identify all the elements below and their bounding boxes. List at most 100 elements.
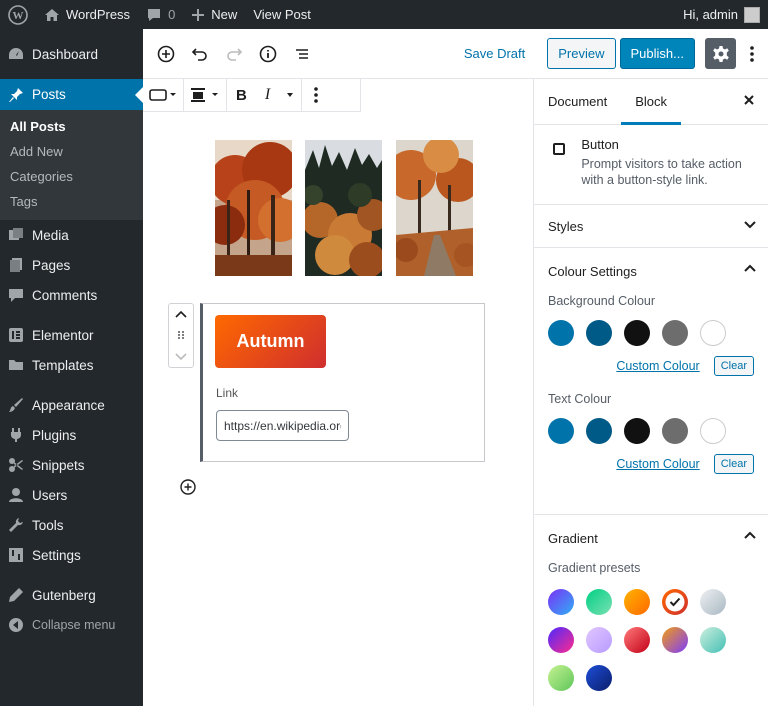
menu-settings[interactable]: Settings xyxy=(0,540,143,570)
tab-block[interactable]: Block xyxy=(621,79,682,125)
menu-appearance[interactable]: Appearance xyxy=(0,390,143,420)
gallery-image-1[interactable] xyxy=(215,140,292,276)
submenu-add-new[interactable]: Add New xyxy=(0,139,143,164)
undo-icon xyxy=(191,47,207,61)
menu-snippets[interactable]: Snippets xyxy=(0,450,143,480)
submenu-all-posts[interactable]: All Posts xyxy=(0,114,143,139)
color-swatch[interactable] xyxy=(662,418,688,444)
block-card-title: Button xyxy=(581,137,619,152)
more-formatting-button[interactable] xyxy=(279,79,301,111)
submenu-categories[interactable]: Categories xyxy=(0,164,143,189)
color-swatch[interactable] xyxy=(624,320,650,346)
menu-pages[interactable]: Pages xyxy=(0,250,143,280)
color-swatch[interactable] xyxy=(548,418,574,444)
colour-settings-toggle[interactable]: Colour Settings xyxy=(534,248,768,294)
view-post-label: View Post xyxy=(253,7,311,22)
autumn-button[interactable]: Autumn xyxy=(215,315,326,368)
align-button[interactable] xyxy=(184,79,226,111)
close-icon[interactable] xyxy=(742,93,756,107)
redo-button[interactable] xyxy=(217,37,251,71)
color-swatch[interactable] xyxy=(700,320,726,346)
site-name-link[interactable]: WordPress xyxy=(36,0,138,29)
gradient-swatch[interactable] xyxy=(662,627,688,653)
background-colour-label: Background Colour xyxy=(548,294,656,308)
info-button[interactable] xyxy=(251,37,285,71)
menu-plugins[interactable]: Plugins xyxy=(0,420,143,450)
styles-panel-toggle[interactable]: Styles xyxy=(534,205,768,248)
menu-templates[interactable]: Templates xyxy=(0,350,143,380)
pin-icon xyxy=(8,87,24,103)
menu-media[interactable]: Media xyxy=(0,220,143,250)
menu-users[interactable]: Users xyxy=(0,480,143,510)
menu-templates-label: Templates xyxy=(32,357,94,373)
block-switcher-button[interactable] xyxy=(143,79,183,111)
color-swatch[interactable] xyxy=(548,320,574,346)
comments-link[interactable]: 0 xyxy=(138,0,183,29)
wrench-icon xyxy=(8,517,24,533)
drag-handle-icon[interactable] xyxy=(176,330,186,340)
block-inserter-icon[interactable] xyxy=(179,478,197,496)
gallery-image-3[interactable] xyxy=(396,140,473,276)
color-swatch[interactable] xyxy=(586,418,612,444)
undo-button[interactable] xyxy=(183,37,217,71)
gradient-swatch[interactable] xyxy=(586,589,612,615)
block-navigation-button[interactable] xyxy=(285,37,319,71)
gradient-swatch[interactable] xyxy=(548,627,574,653)
gradient-swatch[interactable] xyxy=(700,627,726,653)
menu-dashboard[interactable]: Dashboard xyxy=(0,39,143,69)
gallery-image-2[interactable] xyxy=(305,140,382,276)
menu-snippets-label: Snippets xyxy=(32,457,85,473)
custom-colour-link[interactable]: Custom Colour xyxy=(616,359,699,373)
gradient-swatch-selected[interactable] xyxy=(662,589,688,615)
move-down-icon[interactable] xyxy=(175,353,187,361)
color-swatch[interactable] xyxy=(586,320,612,346)
italic-button[interactable]: I xyxy=(256,79,279,111)
clear-button[interactable]: Clear xyxy=(713,454,754,474)
menu-elementor[interactable]: Elementor xyxy=(0,320,143,350)
block-options-button[interactable] xyxy=(302,79,330,111)
gradient-swatch[interactable] xyxy=(624,589,650,615)
home-icon xyxy=(45,8,59,21)
scissors-icon xyxy=(8,457,24,473)
color-swatch[interactable] xyxy=(662,320,688,346)
site-name: WordPress xyxy=(66,7,131,22)
chevron-up-icon xyxy=(744,264,756,272)
gradient-swatch[interactable] xyxy=(586,627,612,653)
menu-appearance-label: Appearance xyxy=(32,397,105,413)
more-tools-button[interactable] xyxy=(742,38,762,69)
menu-comments[interactable]: Comments xyxy=(0,280,143,310)
link-url-input[interactable] xyxy=(216,410,349,441)
new-content-link[interactable]: New xyxy=(183,0,245,29)
gradient-swatch[interactable] xyxy=(624,627,650,653)
add-block-button[interactable] xyxy=(149,37,183,71)
gradient-swatch[interactable] xyxy=(548,589,574,615)
wordpress-logo-icon[interactable]: W xyxy=(0,0,36,29)
user-account[interactable]: Hi, admin xyxy=(683,6,768,23)
colour-settings-body: Background Colour Custom Colour Clear Te… xyxy=(534,294,768,515)
clear-button[interactable]: Clear xyxy=(713,356,754,376)
bold-icon: B xyxy=(236,86,247,104)
color-swatch[interactable] xyxy=(700,418,726,444)
custom-colour-link[interactable]: Custom Colour xyxy=(616,457,699,471)
settings-button[interactable] xyxy=(705,38,736,69)
preview-button[interactable]: Preview xyxy=(547,38,616,69)
bold-button[interactable]: B xyxy=(227,79,256,111)
kebab-icon xyxy=(314,87,318,103)
gradient-toggle[interactable]: Gradient xyxy=(534,515,768,561)
publish-button[interactable]: Publish... xyxy=(619,38,695,69)
menu-gutenberg[interactable]: Gutenberg xyxy=(0,580,143,610)
menu-posts[interactable]: Posts xyxy=(0,79,143,110)
submenu-tags[interactable]: Tags xyxy=(0,189,143,214)
color-swatch[interactable] xyxy=(624,418,650,444)
gradient-swatch[interactable] xyxy=(548,665,574,691)
gradient-swatch[interactable] xyxy=(586,665,612,691)
gradient-swatch[interactable] xyxy=(700,589,726,615)
move-up-icon[interactable] xyxy=(175,310,187,318)
view-post-link[interactable]: View Post xyxy=(245,0,319,29)
save-draft-button[interactable]: Save Draft xyxy=(454,46,535,61)
comments-icon xyxy=(8,287,24,303)
tab-document[interactable]: Document xyxy=(534,79,621,125)
menu-tools[interactable]: Tools xyxy=(0,510,143,540)
collapse-menu-button[interactable]: Collapse menu xyxy=(0,610,143,640)
button-block[interactable]: Autumn Link xyxy=(200,303,485,462)
